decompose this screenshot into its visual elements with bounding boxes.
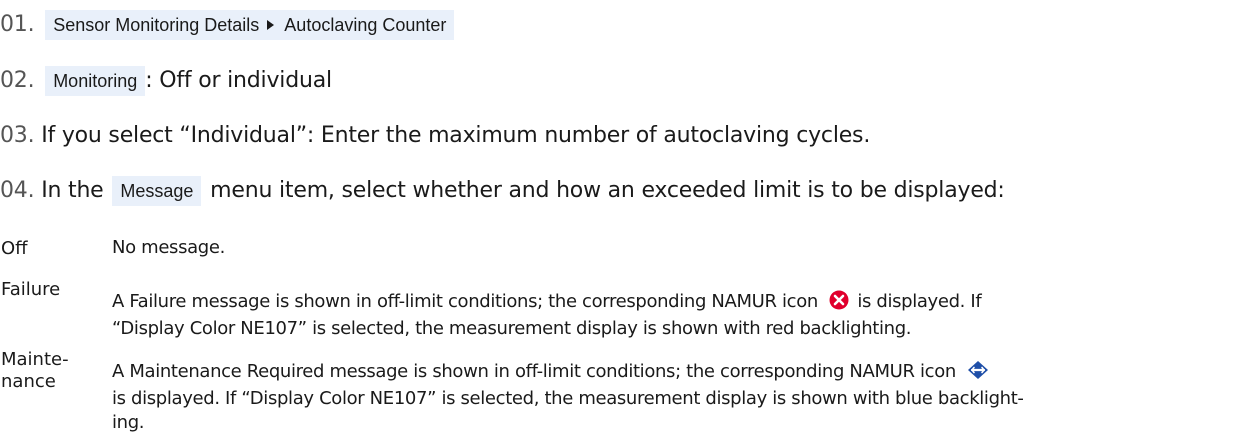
failure-desc-text-3: “Display Color NE107” is selected, the m… bbox=[112, 318, 912, 339]
term-line-1: Mainte- bbox=[1, 349, 69, 370]
step-text-before: In the bbox=[41, 178, 104, 203]
maintenance-desc-text: A Maintenance Required message is shown … bbox=[112, 361, 956, 382]
option-desc-failure: A Failure message is shown in off-limit … bbox=[112, 290, 1237, 341]
step-01: 01. Sensor Monitoring Details Autoclaving… bbox=[0, 10, 455, 40]
menu-path-item-sensor-monitoring: Sensor Monitoring Details bbox=[53, 15, 260, 35]
failure-desc-text-2: is displayed. If bbox=[857, 291, 982, 312]
term-line-2: nance bbox=[1, 371, 56, 392]
menu-path-item-autoclaving-counter: Autoclaving Counter bbox=[284, 15, 447, 35]
step-02: 02. Monitoring: Off or individual bbox=[0, 66, 332, 96]
option-desc-off: No message. bbox=[112, 237, 225, 258]
option-term-maintenance: Mainte- nance bbox=[1, 349, 69, 393]
step-number: 01. bbox=[0, 12, 35, 37]
maintenance-desc-text-3: ing. bbox=[112, 412, 145, 433]
step-text: : Off or individual bbox=[145, 68, 332, 93]
path-arrow-icon bbox=[267, 20, 275, 30]
failure-desc-text: A Failure message is shown in off-limit … bbox=[112, 291, 818, 312]
step-text: If you select “Individual”: Enter the ma… bbox=[41, 123, 871, 148]
step-number: 02. bbox=[0, 68, 35, 93]
namur-maintenance-icon bbox=[967, 360, 989, 387]
option-term-off: Off bbox=[1, 238, 28, 259]
step-03: 03. If you select “Individual”: Enter th… bbox=[0, 121, 870, 151]
menu-item-monitoring: Monitoring bbox=[45, 66, 146, 96]
step-number: 04. bbox=[0, 178, 35, 203]
step-04: 04. In the Message menu item, select whe… bbox=[0, 176, 1005, 206]
step-number: 03. bbox=[0, 123, 35, 148]
maintenance-desc-text-2: is displayed. If “Display Color NE107” i… bbox=[112, 388, 1024, 409]
option-term-failure: Failure bbox=[1, 279, 61, 300]
menu-item-message: Message bbox=[112, 176, 202, 206]
step-text-after: menu item, select whether and how an exc… bbox=[210, 178, 1005, 203]
menu-path: Sensor Monitoring Details Autoclaving Cou… bbox=[45, 10, 455, 40]
namur-failure-icon bbox=[829, 290, 849, 317]
option-desc-maintenance: A Maintenance Required message is shown … bbox=[112, 360, 1237, 435]
